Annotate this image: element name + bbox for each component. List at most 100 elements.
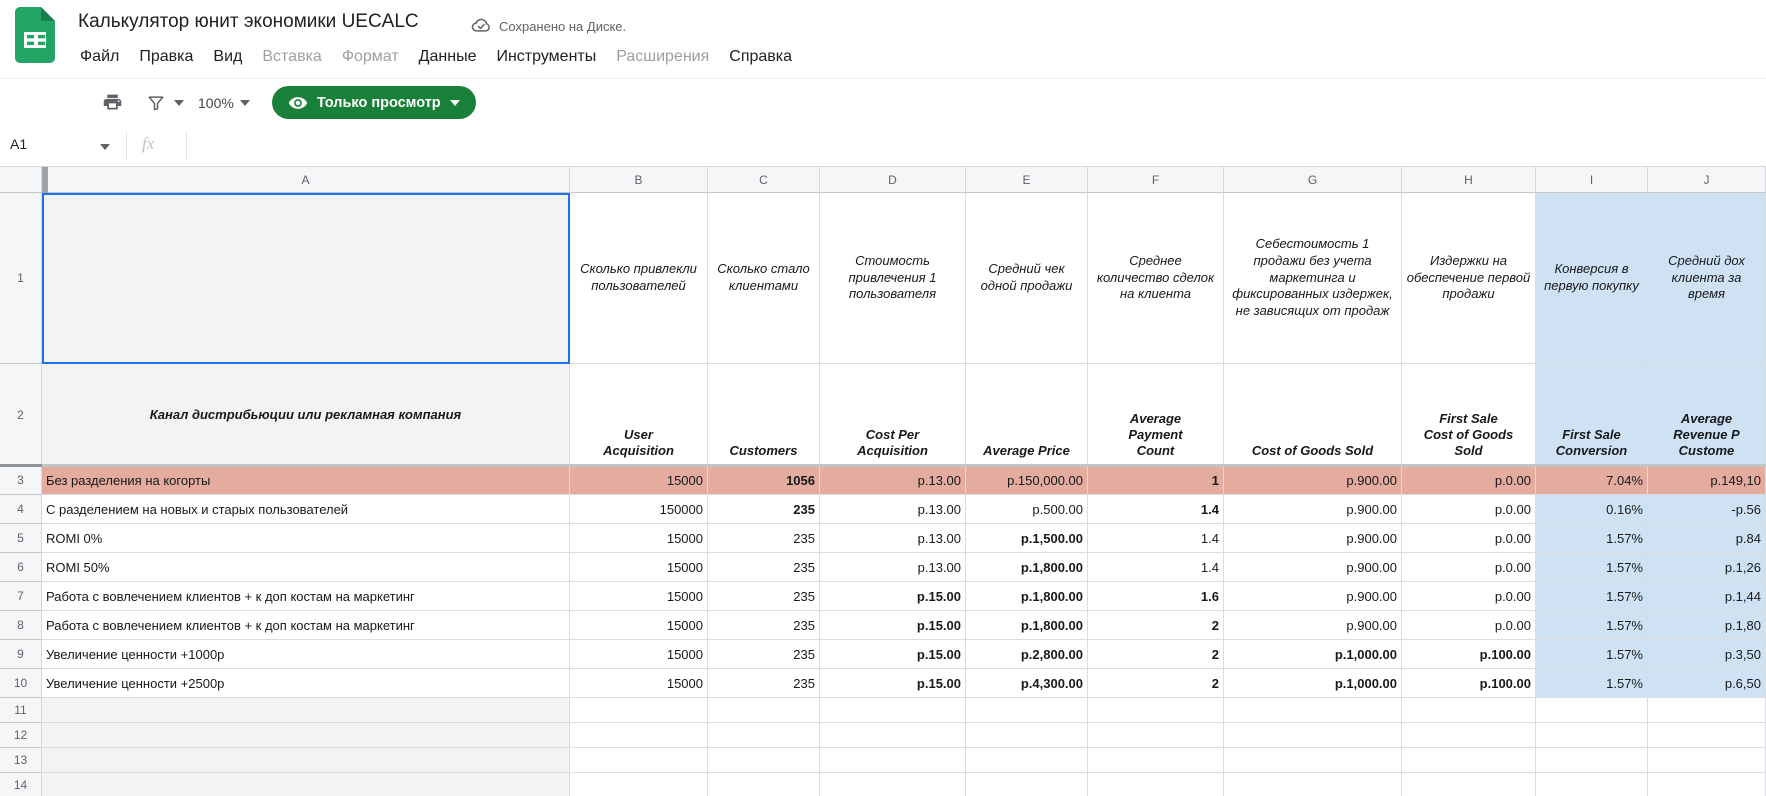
cell-F6[interactable]: 1.4 bbox=[1088, 553, 1224, 582]
cell-A10[interactable]: Увеличение ценности +2500р bbox=[42, 669, 570, 698]
menu-item-1[interactable]: Правка bbox=[129, 44, 203, 70]
cell-A12[interactable] bbox=[42, 723, 570, 748]
cell-A11[interactable] bbox=[42, 698, 570, 723]
cell-C3[interactable]: 1056 bbox=[708, 466, 820, 495]
cell-G14[interactable] bbox=[1224, 773, 1402, 796]
cell-J14[interactable] bbox=[1648, 773, 1766, 796]
cell-C7[interactable]: 235 bbox=[708, 582, 820, 611]
grid-corner-button[interactable] bbox=[0, 167, 42, 193]
cell-G9[interactable]: p.1,000.00 bbox=[1224, 640, 1402, 669]
sheets-logo-icon[interactable] bbox=[13, 7, 57, 68]
cell-D10[interactable]: p.15.00 bbox=[820, 669, 966, 698]
zoom-dropdown-caret[interactable] bbox=[239, 99, 250, 106]
cell-H10[interactable]: p.100.00 bbox=[1402, 669, 1536, 698]
cell-A13[interactable] bbox=[42, 748, 570, 773]
frozen-row-handle[interactable] bbox=[0, 464, 42, 467]
menu-item-0[interactable]: Файл bbox=[70, 44, 129, 70]
filter-icon[interactable] bbox=[140, 87, 172, 119]
row-header-10[interactable]: 10 bbox=[0, 669, 42, 698]
cell-F8[interactable]: 2 bbox=[1088, 611, 1224, 640]
cell-C4[interactable]: 235 bbox=[708, 495, 820, 524]
cell-A7[interactable]: Работа с вовлечением клиентов + к доп ко… bbox=[42, 582, 570, 611]
cell-B9[interactable]: 15000 bbox=[570, 640, 708, 669]
cell-E3[interactable]: p.150,000.00 bbox=[966, 466, 1088, 495]
cell-J12[interactable] bbox=[1648, 723, 1766, 748]
menu-item-2[interactable]: Вид bbox=[203, 44, 252, 70]
row-header-11[interactable]: 11 bbox=[0, 698, 42, 723]
cell-I2[interactable]: First Sale Conversion bbox=[1536, 364, 1648, 466]
formula-input[interactable] bbox=[200, 126, 1760, 166]
cell-I10[interactable]: 1.57% bbox=[1536, 669, 1648, 698]
cell-A9[interactable]: Увеличение ценности +1000р bbox=[42, 640, 570, 669]
cell-D14[interactable] bbox=[820, 773, 966, 796]
cell-D3[interactable]: p.13.00 bbox=[820, 466, 966, 495]
column-header-H[interactable]: H bbox=[1402, 167, 1536, 193]
cell-F12[interactable] bbox=[1088, 723, 1224, 748]
cell-I13[interactable] bbox=[1536, 748, 1648, 773]
cell-B1[interactable]: Сколько привлекли пользователей bbox=[570, 193, 708, 364]
cell-J2[interactable]: Average Revenue P Custome bbox=[1648, 364, 1766, 466]
cell-F13[interactable] bbox=[1088, 748, 1224, 773]
cell-D7[interactable]: p.15.00 bbox=[820, 582, 966, 611]
save-status[interactable]: Сохранено на Диске. bbox=[470, 16, 626, 37]
cell-D5[interactable]: p.13.00 bbox=[820, 524, 966, 553]
cell-J13[interactable] bbox=[1648, 748, 1766, 773]
cell-B10[interactable]: 15000 bbox=[570, 669, 708, 698]
row-header-5[interactable]: 5 bbox=[0, 524, 42, 553]
cell-A3[interactable]: Без разделения на когорты bbox=[42, 466, 570, 495]
cell-D1[interactable]: Стоимость привлечения 1 пользователя bbox=[820, 193, 966, 364]
cell-B14[interactable] bbox=[570, 773, 708, 796]
column-header-E[interactable]: E bbox=[966, 167, 1088, 193]
name-box[interactable]: A1 bbox=[10, 136, 27, 152]
cell-B2[interactable]: User Acquisition bbox=[570, 364, 708, 466]
cell-H13[interactable] bbox=[1402, 748, 1536, 773]
cell-J11[interactable] bbox=[1648, 698, 1766, 723]
row-header-9[interactable]: 9 bbox=[0, 640, 42, 669]
cell-G8[interactable]: p.900.00 bbox=[1224, 611, 1402, 640]
cell-E11[interactable] bbox=[966, 698, 1088, 723]
cell-E2[interactable]: Average Price bbox=[966, 364, 1088, 466]
cell-J4[interactable]: -p.56 bbox=[1648, 495, 1766, 524]
cell-D12[interactable] bbox=[820, 723, 966, 748]
cell-I14[interactable] bbox=[1536, 773, 1648, 796]
cell-F5[interactable]: 1.4 bbox=[1088, 524, 1224, 553]
cell-E8[interactable]: p.1,800.00 bbox=[966, 611, 1088, 640]
cell-B4[interactable]: 150000 bbox=[570, 495, 708, 524]
cell-E13[interactable] bbox=[966, 748, 1088, 773]
cell-H8[interactable]: p.0.00 bbox=[1402, 611, 1536, 640]
cell-B6[interactable]: 15000 bbox=[570, 553, 708, 582]
cell-G7[interactable]: p.900.00 bbox=[1224, 582, 1402, 611]
cell-F9[interactable]: 2 bbox=[1088, 640, 1224, 669]
row-header-1[interactable]: 1 bbox=[0, 193, 42, 364]
cell-B3[interactable]: 15000 bbox=[570, 466, 708, 495]
cell-D4[interactable]: p.13.00 bbox=[820, 495, 966, 524]
cell-J5[interactable]: p.84 bbox=[1648, 524, 1766, 553]
cell-C6[interactable]: 235 bbox=[708, 553, 820, 582]
filter-dropdown-caret[interactable] bbox=[174, 99, 184, 106]
cell-E6[interactable]: p.1,800.00 bbox=[966, 553, 1088, 582]
print-icon[interactable] bbox=[96, 87, 128, 119]
cell-I12[interactable] bbox=[1536, 723, 1648, 748]
cell-D9[interactable]: p.15.00 bbox=[820, 640, 966, 669]
cell-H14[interactable] bbox=[1402, 773, 1536, 796]
cell-G12[interactable] bbox=[1224, 723, 1402, 748]
row-header-13[interactable]: 13 bbox=[0, 748, 42, 773]
cell-G2[interactable]: Cost of Goods Sold bbox=[1224, 364, 1402, 466]
view-mode-button[interactable]: Только просмотр bbox=[271, 86, 476, 119]
cell-B5[interactable]: 15000 bbox=[570, 524, 708, 553]
cell-I11[interactable] bbox=[1536, 698, 1648, 723]
cell-C13[interactable] bbox=[708, 748, 820, 773]
cell-A8[interactable]: Работа с вовлечением клиентов + к доп ко… bbox=[42, 611, 570, 640]
cell-E12[interactable] bbox=[966, 723, 1088, 748]
menu-item-6[interactable]: Инструменты bbox=[486, 44, 606, 70]
row-header-8[interactable]: 8 bbox=[0, 611, 42, 640]
cell-I7[interactable]: 1.57% bbox=[1536, 582, 1648, 611]
cell-H3[interactable]: p.0.00 bbox=[1402, 466, 1536, 495]
cell-F7[interactable]: 1.6 bbox=[1088, 582, 1224, 611]
document-title[interactable]: Калькулятор юнит экономики UECALC bbox=[78, 11, 419, 33]
cell-B11[interactable] bbox=[570, 698, 708, 723]
cell-B7[interactable]: 15000 bbox=[570, 582, 708, 611]
cell-C5[interactable]: 235 bbox=[708, 524, 820, 553]
cell-C1[interactable]: Сколько стало клиентами bbox=[708, 193, 820, 364]
column-header-G[interactable]: G bbox=[1224, 167, 1402, 193]
